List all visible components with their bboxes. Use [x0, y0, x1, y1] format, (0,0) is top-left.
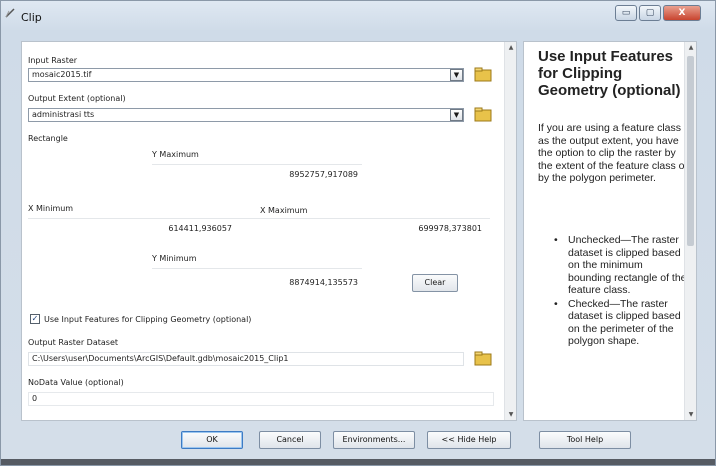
help-body: If you are using a feature class as the … — [538, 122, 689, 184]
x-minimum-value[interactable]: 614411,936057 — [112, 224, 232, 233]
cancel-button[interactable]: Cancel — [259, 431, 321, 449]
bullet-icon: • — [554, 297, 558, 310]
nodata-field[interactable]: 0 — [28, 392, 494, 406]
parameters-scrollbar[interactable]: ▲ ▼ — [504, 42, 516, 420]
output-extent-field[interactable]: administrasi tts — [28, 108, 464, 122]
divider — [152, 268, 362, 269]
clip-tool-icon — [5, 8, 15, 18]
clear-button[interactable]: Clear — [412, 274, 458, 292]
bullet-icon: • — [554, 234, 558, 246]
clip-dialog-window: Clip ▭ ▢ X Input Raster mosaic2015.tif ▼… — [0, 0, 716, 466]
help-item-text: Unchecked—The raster dataset is clipped … — [568, 234, 687, 296]
x-minimum-label: X Minimum — [28, 204, 74, 213]
window-controls: ▭ ▢ X — [615, 5, 701, 21]
folder-icon[interactable] — [474, 66, 492, 82]
dropdown-arrow-icon[interactable]: ▼ — [450, 69, 463, 81]
input-raster-field[interactable]: mosaic2015.tif — [28, 68, 464, 82]
maximize-button[interactable]: ▢ — [639, 5, 661, 21]
output-raster-label: Output Raster Dataset — [28, 338, 119, 347]
help-list: • Unchecked—The raster dataset is clippe… — [554, 234, 688, 349]
output-extent-label: Output Extent (optional) — [28, 94, 126, 103]
use-input-features-checkbox[interactable]: ✓ — [30, 314, 40, 324]
minimize-button[interactable]: ▭ — [615, 5, 637, 21]
scroll-down-icon[interactable]: ▼ — [687, 411, 695, 418]
y-maximum-value[interactable]: 8952757,917089 — [238, 170, 358, 179]
list-item: • Checked—The raster dataset is clipped … — [554, 298, 688, 348]
y-minimum-label: Y Minimum — [152, 254, 197, 263]
help-title: Use Input Features for Clipping Geometry… — [538, 48, 681, 99]
divider — [152, 164, 362, 165]
dropdown-arrow-icon[interactable]: ▼ — [450, 109, 463, 121]
parameters-pane: Input Raster mosaic2015.tif ▼ Output Ext… — [21, 41, 517, 421]
scroll-down-icon[interactable]: ▼ — [507, 411, 515, 418]
x-maximum-label: X Maximum — [260, 206, 308, 215]
rectangle-label: Rectangle — [28, 134, 68, 143]
environments-button[interactable]: Environments... — [333, 431, 415, 449]
nodata-label: NoData Value (optional) — [28, 378, 124, 387]
input-raster-label: Input Raster — [28, 56, 78, 65]
y-minimum-value[interactable]: 8874914,135573 — [238, 278, 358, 287]
close-button[interactable]: X — [663, 5, 701, 21]
help-scrollbar[interactable]: ▲ ▼ — [684, 42, 696, 420]
ok-button[interactable]: OK — [181, 431, 243, 449]
tool-help-button[interactable]: Tool Help — [539, 431, 631, 449]
x-maximum-value[interactable]: 699978,373801 — [362, 224, 482, 233]
use-input-features-label[interactable]: Use Input Features for Clipping Geometry… — [44, 315, 251, 324]
scroll-thumb[interactable] — [687, 56, 694, 246]
help-item-text: Checked—The raster dataset is clipped ba… — [568, 297, 681, 348]
folder-icon[interactable] — [474, 106, 492, 122]
hide-help-button[interactable]: << Hide Help — [427, 431, 511, 449]
scroll-up-icon[interactable]: ▲ — [687, 44, 695, 51]
help-pane: Use Input Features for Clipping Geometry… — [523, 41, 697, 421]
title-bar[interactable]: Clip ▭ ▢ X — [1, 1, 715, 35]
scroll-up-icon[interactable]: ▲ — [507, 44, 515, 51]
bottom-edge — [1, 459, 715, 465]
list-item: • Unchecked—The raster dataset is clippe… — [554, 234, 688, 297]
window-title: Clip — [21, 11, 42, 24]
output-raster-field[interactable]: C:\Users\user\Documents\ArcGIS\Default.g… — [28, 352, 464, 366]
y-maximum-label: Y Maximum — [152, 150, 199, 159]
divider — [28, 218, 490, 219]
folder-icon[interactable] — [474, 350, 492, 366]
